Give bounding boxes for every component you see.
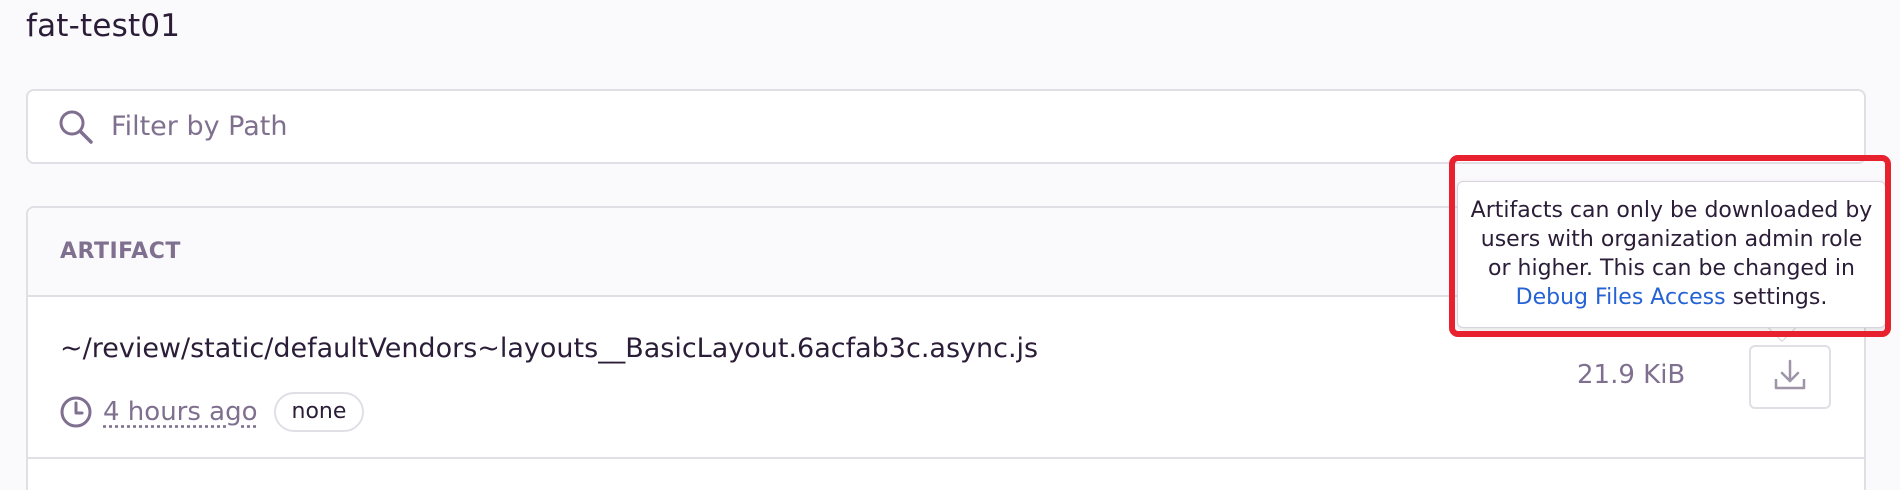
search-input[interactable] xyxy=(111,101,1864,152)
page-title: fat-test01 xyxy=(26,8,181,44)
column-header-artifact: ARTIFACT xyxy=(60,239,181,264)
dist-tag: none xyxy=(273,392,365,432)
download-button[interactable] xyxy=(1749,345,1831,409)
debug-files-access-link[interactable]: Debug Files Access xyxy=(1516,285,1726,310)
file-size: 21.9 KiB xyxy=(1577,360,1686,390)
artifact-path: ~/review/static/defaultVendors~layouts__… xyxy=(60,333,1039,364)
time-ago: 4 hours ago xyxy=(103,397,258,427)
tooltip-text: Artifacts can only be downloaded by user… xyxy=(1470,198,1873,281)
download-icon xyxy=(1772,357,1808,397)
tooltip-text-end: settings. xyxy=(1725,285,1828,310)
page: fat-test01 ARTIFACT ~/review/static/defa… xyxy=(0,0,1900,490)
clock-icon xyxy=(60,395,94,429)
artifact-meta: 4 hours ago none xyxy=(60,392,365,432)
search-icon xyxy=(58,108,96,146)
permission-tooltip: Artifacts can only be downloaded by user… xyxy=(1457,181,1886,328)
search-bar[interactable] xyxy=(26,89,1866,164)
